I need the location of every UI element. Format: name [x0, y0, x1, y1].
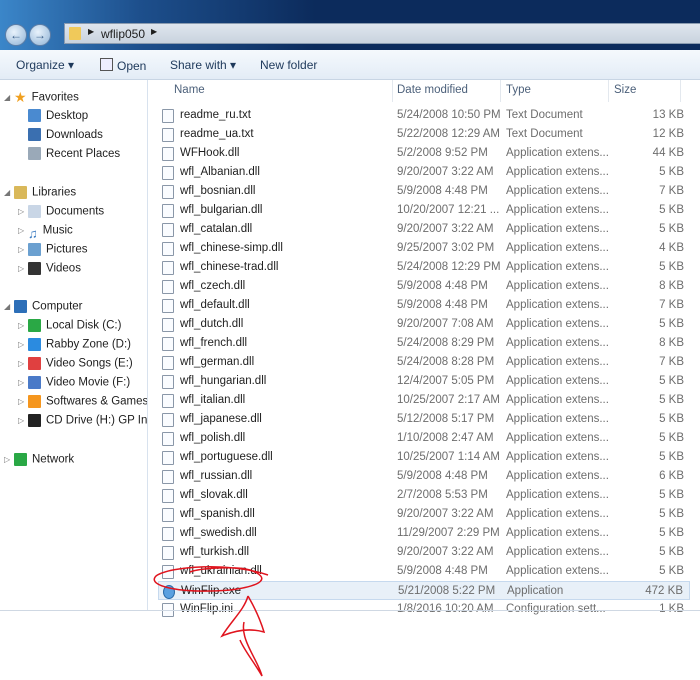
red-annotation	[153, 566, 269, 677]
annotation-circle	[153, 566, 269, 592]
annotation-arrow	[220, 595, 266, 677]
